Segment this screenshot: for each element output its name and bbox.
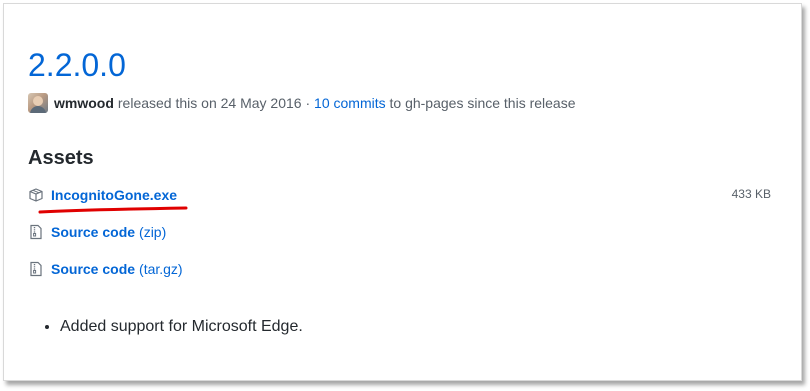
asset-row-zip[interactable]: Source code (zip) [28, 222, 166, 242]
release-panel: 2.2.0.0 wmwood released this on 24 May 2… [3, 3, 802, 381]
assets-heading: Assets [28, 147, 94, 169]
asset-link-exe[interactable]: IncognitoGone.exe [51, 187, 177, 203]
file-zip-icon [28, 261, 44, 277]
avatar[interactable] [28, 93, 48, 113]
asset-link-targz[interactable]: Source code [51, 261, 135, 277]
asset-row-exe[interactable]: IncognitoGone.exe [28, 185, 177, 205]
asset-link-zip[interactable]: Source code [51, 224, 135, 240]
file-zip-icon [28, 224, 44, 240]
asset-ext-targz[interactable]: (tar.gz) [139, 261, 183, 277]
author-link[interactable]: wmwood [54, 95, 114, 111]
asset-size: 433 KB [731, 187, 771, 201]
release-meta: wmwood released this on 24 May 2016 · 10… [28, 93, 576, 113]
asset-row-targz[interactable]: Source code (tar.gz) [28, 259, 183, 279]
commits-link[interactable]: 10 commits [314, 95, 386, 111]
release-version-title[interactable]: 2.2.0.0 [28, 47, 126, 83]
asset-ext-zip[interactable]: (zip) [139, 224, 166, 240]
meta-separator: · [305, 95, 311, 111]
list-item: Added support for Microsoft Edge. [60, 316, 303, 338]
released-text: released this on 24 May 2016 [117, 95, 302, 111]
release-notes: Added support for Microsoft Edge. [40, 316, 303, 338]
package-icon [28, 187, 44, 203]
commits-suffix: to gh-pages since this release [389, 95, 576, 111]
red-underline-annotation [38, 206, 188, 214]
